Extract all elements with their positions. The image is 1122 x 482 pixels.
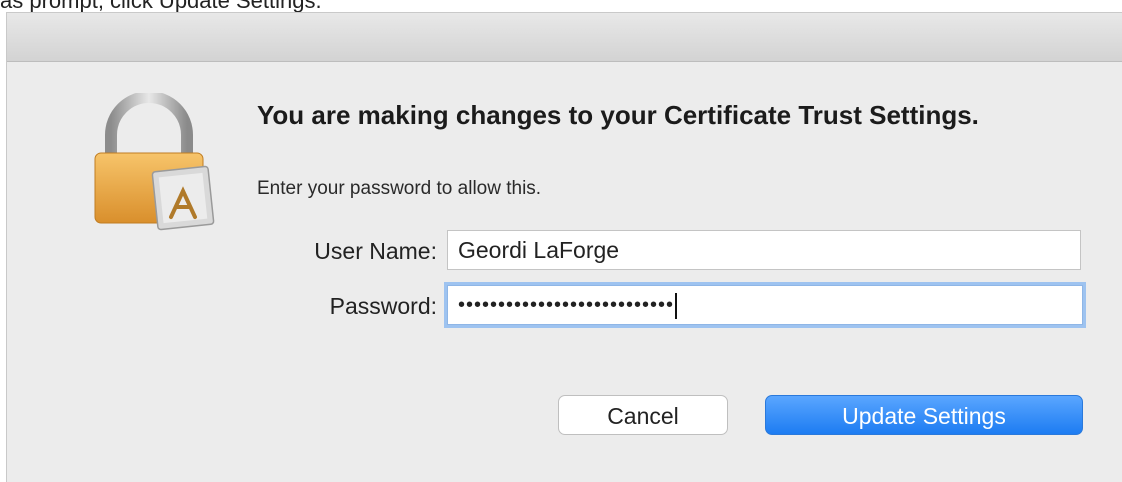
top-strip-text: as prompt, click Update Settings. <box>0 0 322 12</box>
top-strip: as prompt, click Update Settings. <box>0 0 1122 12</box>
text-caret <box>675 292 678 319</box>
password-value: ••••••••••••••••••••••••••• <box>458 294 675 316</box>
dialog-titlebar <box>7 13 1122 62</box>
cancel-button[interactable]: Cancel <box>558 395 728 435</box>
username-field[interactable]: Geordi LaForge <box>447 230 1081 270</box>
dialog-subtitle: Enter your password to allow this. <box>257 178 542 199</box>
authentication-dialog: You are making changes to your Certifica… <box>6 12 1122 482</box>
dialog-title: You are making changes to your Certifica… <box>257 100 979 130</box>
username-label: User Name: <box>314 238 437 264</box>
lock-icon <box>94 93 215 231</box>
password-field[interactable]: ••••••••••••••••••••••••••• <box>447 285 1083 325</box>
update-settings-button[interactable]: Update Settings <box>765 395 1083 435</box>
password-label: Password: <box>329 293 437 319</box>
username-value: Geordi LaForge <box>458 237 620 263</box>
